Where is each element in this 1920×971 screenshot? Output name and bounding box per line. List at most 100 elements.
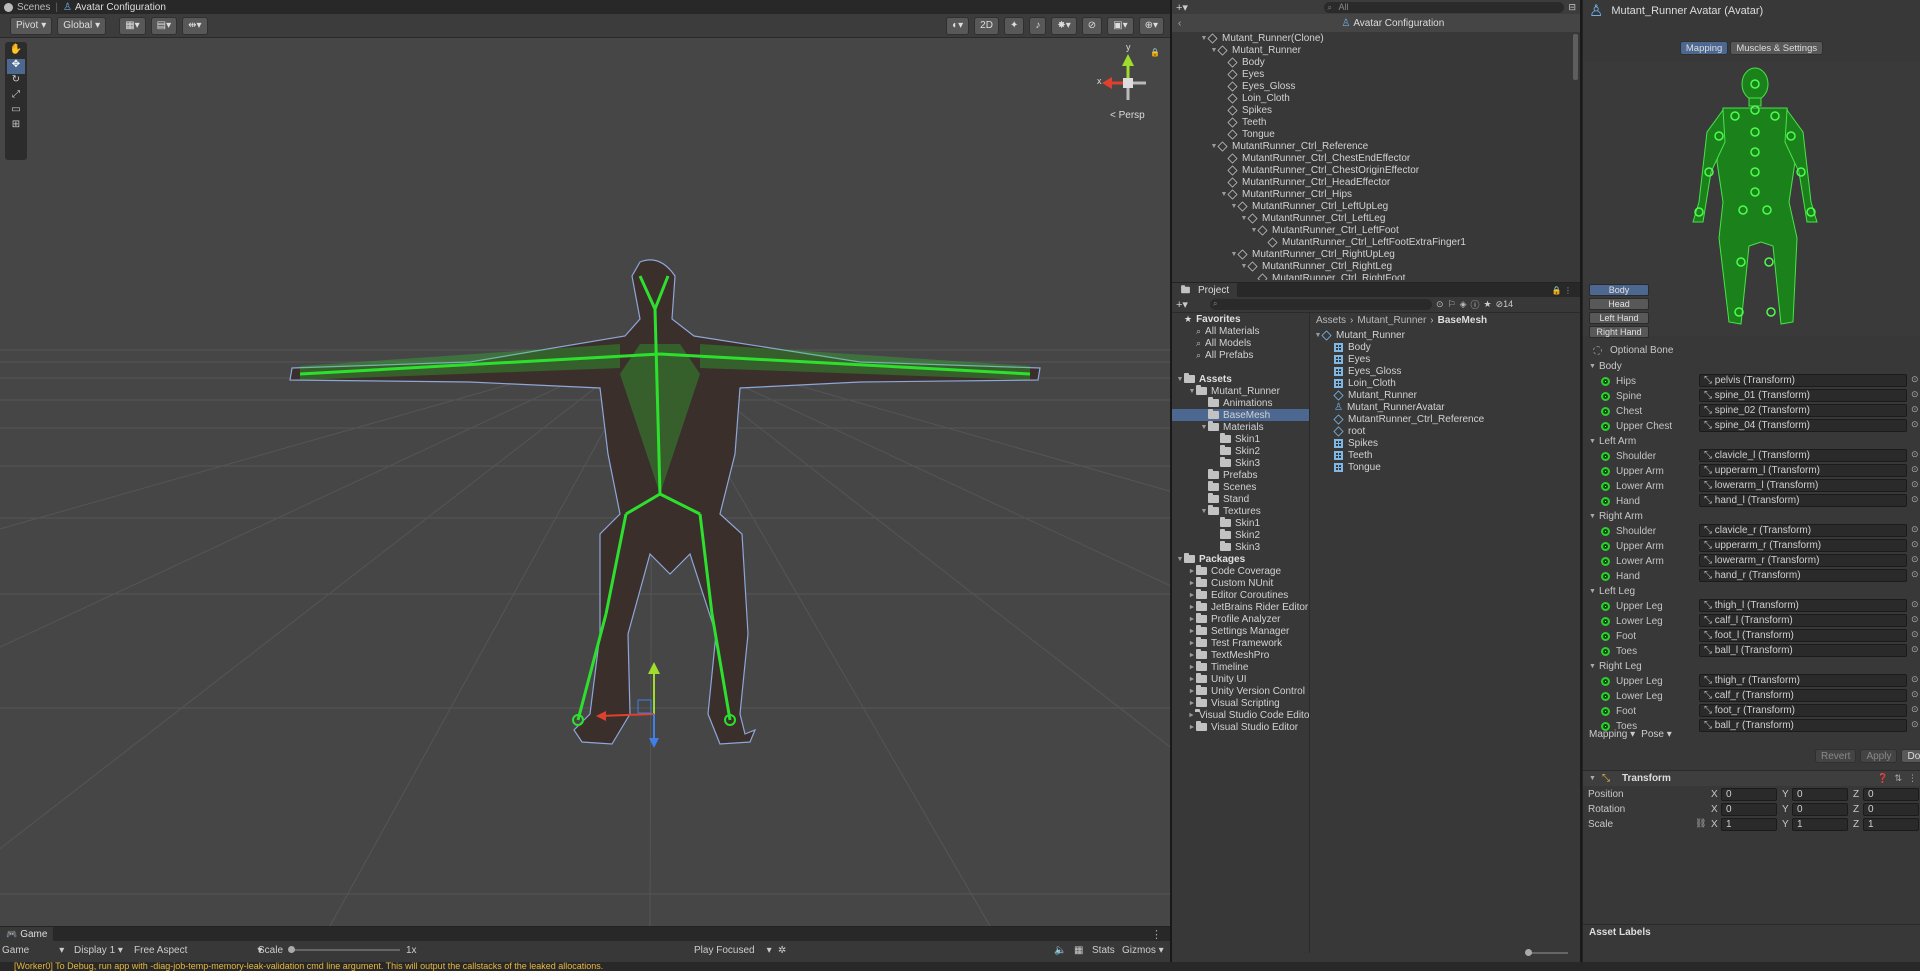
stats-grid-icon[interactable]: ▦ [1074,945,1083,956]
thumbnail-size-slider[interactable] [1525,949,1568,956]
hierarchy-item[interactable]: ▼ MutantRunner_Ctrl_RightUpLeg [1172,248,1580,260]
bug-icon[interactable]: ✲ [778,945,786,956]
foldout-arrow-icon[interactable]: ► [1188,712,1195,719]
project-tree-item[interactable]: ► Profile Analyzer [1172,613,1309,625]
hierarchy-item[interactable]: ▼ Mutant_Runner [1172,44,1580,56]
bone-transform-field[interactable]: ⤡ foot_r (Transform) [1699,704,1907,717]
display-dropdown[interactable]: Display 1 ▾ [74,945,123,956]
hierarchy-item[interactable]: ▼ MutantRunner_Ctrl_RightLeg [1172,260,1580,272]
global-dropdown[interactable]: Global ▾ [57,16,107,35]
breadcrumb-avatar-config[interactable]: Avatar Configuration [75,2,166,13]
body-part-button[interactable]: Left Hand [1589,312,1649,324]
bone-transform-field[interactable]: ⤡ spine_04 (Transform) [1699,419,1907,432]
preset-icon[interactable]: ⇅ [1894,773,1902,784]
stats-button[interactable]: Stats [1092,945,1115,956]
project-tree-item[interactable]: ► Custom NUnit [1172,577,1309,589]
foldout-arrow-icon[interactable]: ► [1188,616,1196,623]
mute-audio-icon[interactable]: 🔈 [1054,945,1066,956]
project-tree-item[interactable]: ► Visual Studio Code Editor [1172,709,1309,721]
hierarchy-item[interactable]: MutantRunner_Ctrl_HeadEffector [1172,176,1580,188]
transform-y-field[interactable]: 0 [1792,803,1848,816]
object-picker-icon[interactable]: ⊙ [1911,479,1919,490]
rotate-tool-icon[interactable]: ↻ [7,74,25,89]
asset-item[interactable]: MutantRunner_Ctrl_Reference [1312,413,1578,425]
object-picker-icon[interactable]: ⊙ [1911,644,1919,655]
foldout-arrow-icon[interactable]: ► [1188,568,1196,575]
transform-x-field[interactable]: 0 [1721,803,1777,816]
foldout-arrow-icon[interactable]: ► [1188,580,1196,587]
project-tree-item[interactable]: ► Unity UI [1172,673,1309,685]
bone-status-icon[interactable] [1601,541,1610,551]
orientation-gizmo[interactable]: y x 🔒 [1097,42,1160,118]
project-tree-item[interactable]: Skin3 [1172,541,1309,553]
game-menu-icon[interactable]: ⋮ [1151,928,1162,941]
foldout-arrow-icon[interactable]: ▼ [1176,376,1184,383]
bone-status-icon[interactable] [1601,691,1610,701]
lock-icon[interactable]: 🔒 [1150,48,1160,57]
filter-label-icon[interactable]: ⚐ [1448,299,1456,310]
object-picker-icon[interactable]: ⊙ [1911,704,1919,715]
apply-button[interactable]: Apply [1860,749,1898,763]
project-tree-item[interactable]: ► Timeline [1172,661,1309,673]
foldout-arrow-icon[interactable]: ▼ [1200,508,1208,515]
bone-status-icon[interactable] [1601,616,1610,626]
play-focused-dropdown[interactable]: Play Focused ▾ [694,945,772,956]
project-tree-item[interactable]: Skin3 [1172,457,1309,469]
pose-dropdown[interactable]: Pose ▾ [1641,729,1672,740]
project-tree-item[interactable]: ► TextMeshPro [1172,649,1309,661]
rect-tool-icon[interactable]: ▭ [7,104,25,119]
help-icon[interactable]: ❓ [1877,773,1888,784]
project-tree-item[interactable]: ► Visual Studio Editor [1172,721,1309,733]
hidden-packages-icon[interactable]: ⊘14 [1496,299,1514,310]
object-picker-icon[interactable]: ⊙ [1911,494,1919,505]
foldout-arrow-icon[interactable]: ▼ [1176,556,1184,563]
gizmos-toggle-button[interactable]: ⊕▾ [1138,16,1164,35]
object-picker-icon[interactable]: ⊙ [1911,539,1919,550]
project-tree-item[interactable]: ▼ Packages [1172,553,1309,565]
bone-status-icon[interactable] [1601,571,1610,581]
aspect-dropdown[interactable]: Free Aspect ▾ [134,945,262,956]
scene-view[interactable]: Pivot ▾ Global ▾ ▦▾ ▤▾ ⇹▾ ◐▾ 2D ✦ ♪ ✸▾ ⊘ ▣… [0,14,1170,926]
scale-tool-icon[interactable]: ⤢ [7,89,25,104]
create-button[interactable]: +▾ [1176,1,1188,14]
bone-transform-field[interactable]: ⤡ clavicle_l (Transform) [1699,449,1907,462]
bone-transform-field[interactable]: ⤡ clavicle_r (Transform) [1699,524,1907,537]
project-tree-item[interactable]: ▼ Materials [1172,421,1309,433]
bone-status-icon[interactable] [1601,496,1610,506]
bone-status-icon[interactable] [1601,646,1610,656]
bone-transform-field[interactable]: ⤡ thigh_l (Transform) [1699,599,1907,612]
hierarchy-item[interactable]: ▼ Mutant_Runner(Clone) [1172,32,1580,44]
mapping-tab[interactable]: Mapping [1679,41,1729,55]
hierarchy-item[interactable]: MutantRunner_Ctrl_RightFoot [1172,272,1580,280]
object-picker-icon[interactable]: ⊙ [1911,674,1919,685]
console-message[interactable]: [Worker0] To Debug, run app with -diag-j… [14,962,603,971]
bone-status-icon[interactable] [1601,421,1610,431]
transform-header[interactable]: ▼ ⤡ Transform ❓ ⇅ ⋮ [1583,770,1920,786]
scenes-link[interactable]: Scenes [17,2,50,13]
hierarchy-item[interactable]: Tongue [1172,128,1580,140]
object-picker-icon[interactable]: ⊙ [1911,524,1919,535]
object-picker-icon[interactable]: ⊙ [1911,629,1919,640]
bone-transform-field[interactable]: ⤡ pelvis (Transform) [1699,374,1907,387]
object-picker-icon[interactable]: ⊙ [1911,599,1919,610]
foldout-arrow-icon[interactable]: ► [1188,700,1196,707]
foldout-arrow-icon[interactable]: ► [1188,628,1196,635]
transform-z-field[interactable]: 1 [1863,818,1919,831]
favorite-star-icon[interactable]: ★ [1484,299,1492,310]
asset-item[interactable]: Eyes [1312,353,1578,365]
bone-transform-field[interactable]: ⤡ foot_l (Transform) [1699,629,1907,642]
hierarchy-item[interactable]: Spikes [1172,104,1580,116]
hierarchy-item[interactable]: Loin_Cloth [1172,92,1580,104]
avatar-body-map[interactable]: Body Head Left Hand Right Hand [1583,62,1920,338]
project-tree-item[interactable]: ► Editor Coroutines [1172,589,1309,601]
camera-settings-button[interactable]: ▣▾ [1107,16,1134,35]
hierarchy-item[interactable]: ▼ MutantRunner_Ctrl_LeftUpLeg [1172,200,1580,212]
snap-grid-button[interactable]: ▤▾ [150,16,178,35]
foldout-arrow-icon[interactable]: ► [1188,664,1196,671]
bone-status-icon[interactable] [1601,466,1610,476]
object-picker-icon[interactable]: ⊙ [1911,614,1919,625]
bone-status-icon[interactable] [1601,451,1610,461]
foldout-arrow-icon[interactable]: ▼ [1200,424,1208,431]
body-part-button[interactable]: Right Hand [1589,326,1649,338]
project-tree-item[interactable]: Scenes [1172,481,1309,493]
